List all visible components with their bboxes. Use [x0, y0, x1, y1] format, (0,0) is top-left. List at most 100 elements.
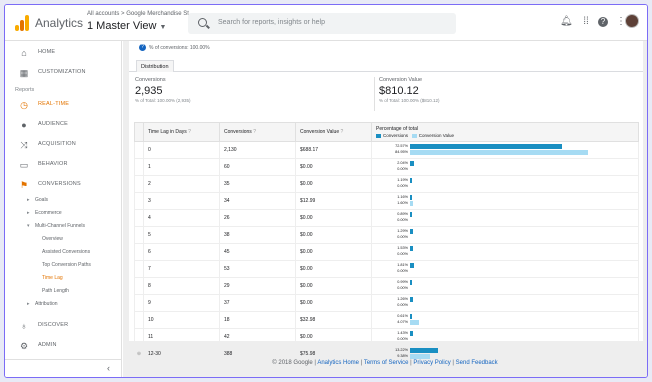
cell-conversion-value: $0.00 [295, 175, 372, 193]
cell-conversions: 38 [219, 226, 296, 244]
sidebar-item-audience[interactable]: ● AUDIENCE [5, 117, 122, 133]
table-header-row: Time Lag in Days ? Conversions ? Convers… [134, 122, 639, 142]
row-expand-icon [134, 226, 144, 244]
view-selector[interactable]: 1 Master View ▼ [87, 20, 166, 32]
sidebar-item-realtime[interactable]: ◷ REAL-TIME [5, 97, 122, 113]
pct-conversions-label: 1.81% [397, 263, 408, 267]
sidebar-collapse-button[interactable]: ‹ [5, 359, 122, 377]
sidebar-item-conversions[interactable]: ⚑ CONVERSIONS [5, 177, 122, 193]
cell-percentage: 1.29% 0.00% [371, 226, 639, 244]
table-row: 3 34 $12.99 1.16% 1.60% [134, 192, 639, 210]
bar-conversions [410, 178, 413, 183]
pct-conversions-label: 0.61% [397, 314, 408, 318]
kpi-sub: % of Total: 100.00% ($810.12) [379, 98, 440, 103]
kpi-value: 2,935 [135, 85, 163, 97]
sidebar-mcf-overview[interactable]: Overview [42, 236, 63, 242]
search-bar[interactable]: Search for reports, insights or help [188, 13, 456, 34]
footer-copyright: © 2018 Google | [272, 360, 316, 366]
account-breadcrumb[interactable]: All accounts > Google Merchandise St... [87, 11, 194, 17]
bar-conversions [410, 314, 412, 319]
lightbulb-icon: ♁ [20, 321, 28, 331]
sidebar-sub-ecommerce[interactable]: ▸ Ecommerce [27, 210, 62, 216]
row-expand-icon [134, 277, 144, 295]
pct-value-label: 0.00% [397, 303, 408, 307]
cell-conversion-value: $0.00 [295, 243, 372, 261]
dashboard-icon: ▦ [19, 68, 29, 78]
pct-conversions-label: 1.16% [397, 195, 408, 199]
tab-distribution[interactable]: Distribution [136, 60, 174, 72]
cell-conversion-value: $0.00 [295, 260, 372, 278]
bar-conversions [410, 263, 414, 268]
legend-label: Conversion Value [418, 133, 454, 138]
footer-link-privacy[interactable]: Privacy Policy [413, 360, 450, 366]
cell-conversions: 60 [219, 158, 296, 176]
sidebar-sub-label: Goals [35, 197, 49, 203]
sidebar-item-label: REAL-TIME [38, 101, 70, 107]
kpi-divider [374, 77, 375, 111]
table-row: 5 38 $0.00 1.29% 0.00% [134, 226, 639, 244]
row-expand-icon [134, 311, 144, 329]
bar-conversion-value [410, 201, 414, 206]
footer-link-feedback[interactable]: Send Feedback [456, 360, 498, 366]
pct-value-label: 9.38% [397, 354, 408, 358]
analytics-logo-icon[interactable] [15, 15, 29, 31]
sidebar-item-acquisition[interactable]: ⤨ ACQUISITION [5, 137, 122, 153]
pct-value-label: 0.00% [397, 286, 408, 290]
app-title[interactable]: Analytics [35, 16, 83, 30]
pct-conversions-label: 1.19% [397, 178, 408, 182]
bar-conversions [410, 229, 413, 234]
info-icon: ? [139, 44, 146, 51]
help-icon: ? [340, 129, 344, 135]
row-expand-icon [134, 141, 144, 159]
tab-bar: Distribution [129, 60, 643, 72]
sidebar-sub-mcf[interactable]: ▾ Multi-Channel Funnels [27, 223, 85, 229]
footer-link-terms[interactable]: Terms of Service [364, 360, 409, 366]
header-conversion-value[interactable]: Conversion Value ? [295, 122, 372, 142]
sidebar-mcf-top-paths[interactable]: Top Conversion Paths [42, 262, 91, 268]
cell-conversion-value: $32.98 [295, 311, 372, 329]
sidebar-sub-attribution[interactable]: ▸ Attribution [27, 301, 58, 307]
sidebar-item-behavior[interactable]: ▭ BEHAVIOR [5, 157, 122, 173]
cell-conversion-value: $688.17 [295, 141, 372, 159]
cell-conversions: 18 [219, 311, 296, 329]
cell-percentage: 1.81% 0.00% [371, 260, 639, 278]
apps-grid-icon[interactable]: ⁞⁞ [580, 16, 592, 28]
kpi-value: $810.12 [379, 85, 419, 97]
help-icon[interactable]: ? [598, 17, 608, 27]
bar-conversion-value [410, 320, 419, 325]
cell-conversions: 37 [219, 294, 296, 312]
cell-percentage: 1.16% 1.60% [371, 192, 639, 210]
table-row: 6 45 $0.00 1.53% 0.00% [134, 243, 639, 261]
sidebar: ⌂ HOME ▦ CUSTOMIZATION Reports ◷ REAL-TI… [5, 41, 122, 377]
search-placeholder: Search for reports, insights or help [218, 19, 325, 26]
table-row: 7 53 $0.00 1.81% 0.00% [134, 260, 639, 278]
app-window: Analytics All accounts > Google Merchand… [4, 4, 648, 378]
cell-conversion-value: $0.00 [295, 158, 372, 176]
row-expand-icon [134, 192, 144, 210]
row-expand-icon [134, 260, 144, 278]
sidebar-mcf-assisted[interactable]: Assisted Conversions [42, 249, 90, 255]
sidebar-item-home[interactable]: ⌂ HOME [5, 45, 122, 61]
footer-link-analytics-home[interactable]: Analytics Home [317, 360, 359, 366]
header-conversions[interactable]: Conversions ? [219, 122, 296, 142]
cell-time-lag: 1 [143, 158, 220, 176]
sidebar-item-discover[interactable]: ♁ DISCOVER [5, 318, 122, 334]
sidebar-item-label: AUDIENCE [38, 121, 69, 127]
pct-conversions-label: 0.89% [397, 212, 408, 216]
bell-icon[interactable]: 🔔︎ [560, 16, 573, 28]
expand-icon: ▸ [27, 301, 30, 307]
expand-icon: ▸ [27, 210, 30, 216]
sidebar-item-admin[interactable]: ⚙ ADMIN [5, 338, 122, 354]
sidebar-item-customization[interactable]: ▦ CUSTOMIZATION [5, 65, 122, 81]
sidebar-mcf-path-length[interactable]: Path Length [42, 288, 69, 294]
table-row: 0 2,130 $688.17 72.57% 84.95% [134, 141, 639, 159]
cell-percentage: 0.61% 4.07% [371, 311, 639, 329]
header-time-lag[interactable]: Time Lag in Days ? [143, 122, 220, 142]
pct-value-label: 0.00% [397, 184, 408, 188]
sidebar-mcf-time-lag[interactable]: Time Lag [42, 275, 63, 281]
pct-conversions-label: 1.26% [397, 297, 408, 301]
row-expand-icon [134, 175, 144, 193]
pct-value-label: 84.95% [395, 150, 408, 154]
sidebar-sub-goals[interactable]: ▸ Goals [27, 197, 48, 203]
avatar[interactable] [625, 14, 639, 28]
